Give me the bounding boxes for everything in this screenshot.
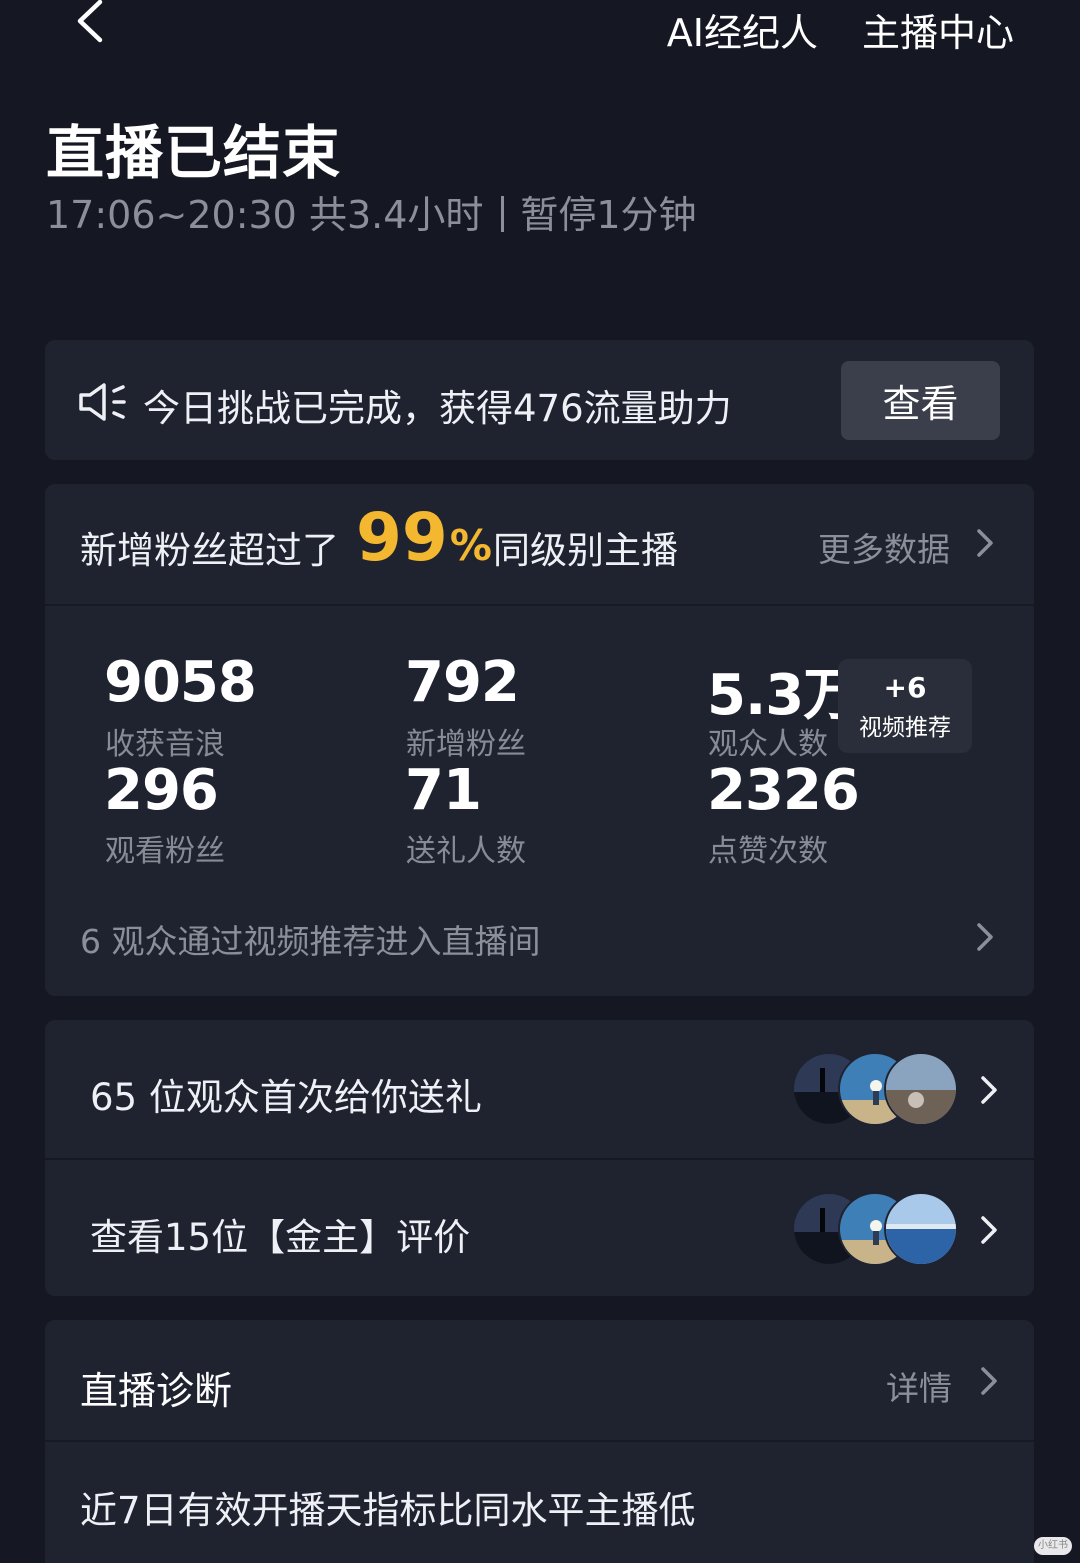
view-button[interactable]: 查看 — [841, 361, 1000, 440]
percent-sign: % — [449, 521, 492, 570]
top-links: AI经纪人 主播中心 — [667, 2, 1014, 57]
challenge-text: 今日挑战已完成，获得476流量助力 — [143, 387, 732, 430]
top-bar: AI经纪人 主播中心 — [0, 0, 1080, 60]
chevron-right-icon[interactable] — [976, 528, 994, 558]
first-gift-text: 65 位观众首次给你送礼 — [90, 1076, 482, 1119]
watermark-logo: 小红书 — [1034, 1537, 1072, 1555]
fans-rank-percent: 99% — [356, 498, 492, 586]
avatar — [884, 1192, 958, 1266]
live-duration: 17:06~20:30 共3.4小时 暂停1分钟 — [46, 184, 697, 239]
fans-rank-prefix: 新增粉丝超过了 — [80, 529, 339, 572]
page-title: 直播已结束 — [46, 119, 342, 187]
stat-value-sound-waves: 9058 — [104, 650, 257, 715]
stat-label-gift-givers: 送礼人数 — [406, 834, 526, 869]
stat-label-viewers: 观众人数 — [708, 727, 828, 762]
stat-label-sound-waves: 收获音浪 — [105, 727, 225, 762]
speaker-icon — [79, 383, 126, 421]
chevron-right-icon[interactable] — [980, 1075, 998, 1105]
more-data-link[interactable]: 更多数据 — [818, 523, 950, 571]
avatar — [884, 1052, 958, 1126]
anchor-center-link[interactable]: 主播中心 — [862, 2, 1014, 57]
divider — [45, 1440, 1034, 1442]
diagnosis-title: 直播诊断 — [80, 1369, 233, 1413]
separator — [501, 196, 505, 232]
video-recommend-badge[interactable]: +6 视频推荐 — [838, 659, 972, 753]
back-arrow-icon[interactable] — [72, 0, 112, 46]
badge-count: +6 — [883, 671, 927, 704]
review-avatars — [792, 1192, 958, 1266]
stat-value-watching-fans: 296 — [104, 758, 219, 823]
gift-avatars — [792, 1052, 958, 1126]
video-recommend-link[interactable]: 6 观众通过视频推荐进入直播间 — [80, 915, 541, 963]
diagnosis-text: 近7日有效开播天指标比同水平主播低 — [80, 1489, 696, 1532]
stat-value-new-fans: 792 — [405, 650, 520, 715]
stat-label-new-fans: 新增粉丝 — [406, 727, 526, 762]
stat-value-gift-givers: 71 — [405, 758, 482, 823]
chevron-right-icon[interactable] — [980, 1366, 998, 1396]
stat-label-likes: 点赞次数 — [708, 834, 828, 869]
percent-value: 99 — [356, 499, 448, 576]
divider — [45, 604, 1034, 606]
stat-label-watching-fans: 观看粉丝 — [105, 834, 225, 869]
time-range: 17:06~20:30 共3.4小时 — [46, 193, 484, 237]
chevron-right-icon[interactable] — [980, 1215, 998, 1245]
fans-rank-suffix: 同级别主播 — [493, 529, 678, 572]
chevron-right-icon[interactable] — [976, 922, 994, 952]
ai-agent-link[interactable]: AI经纪人 — [667, 2, 818, 57]
pause-info: 暂停1分钟 — [520, 193, 697, 237]
details-link[interactable]: 详情 — [886, 1362, 952, 1410]
stat-value-likes: 2326 — [707, 758, 860, 823]
sponsor-review-text: 查看15位【金主】评价 — [90, 1216, 471, 1259]
badge-label: 视频推荐 — [859, 715, 951, 741]
